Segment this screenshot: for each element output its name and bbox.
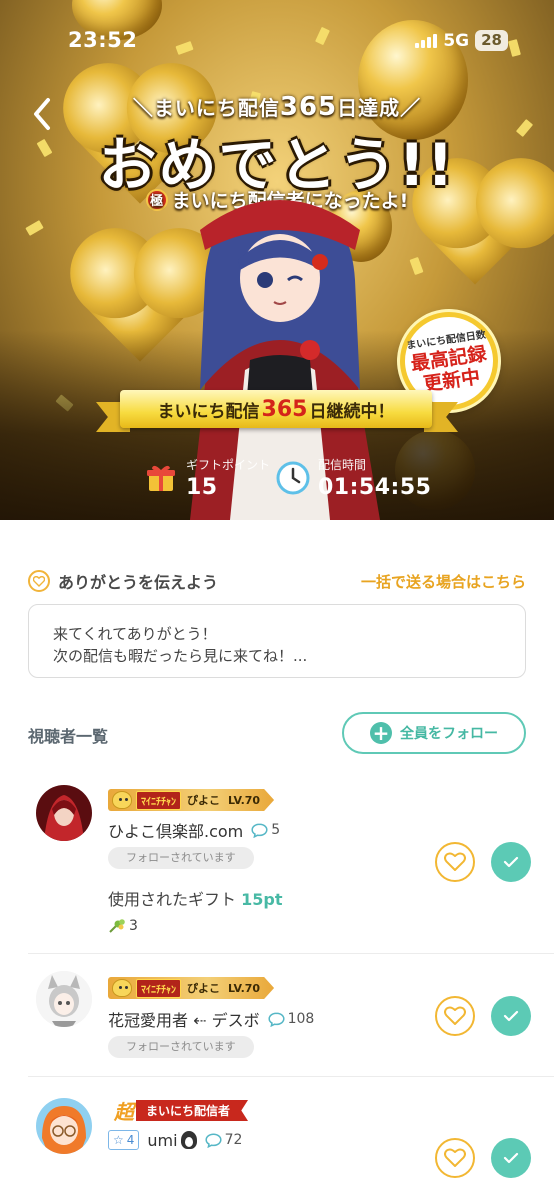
stream-time-label: 配信時間 <box>318 458 367 472</box>
super-mark: 超 <box>114 1100 134 1124</box>
chick-icon <box>112 979 132 997</box>
status-indicators: 5G 28 <box>415 30 508 51</box>
gift-points-stat: ギフトポイント 15 <box>146 456 270 500</box>
viewer-name-row: ひよこ倶楽部.com 5 <box>108 818 280 842</box>
viewer-name-row: 花冠愛用者 ⇠ デスボ 108 <box>108 1007 314 1031</box>
like-button[interactable] <box>435 996 475 1036</box>
confetti <box>315 26 330 46</box>
achievement-prefix: ＼まいにち配信 <box>132 96 280 120</box>
fan-level-badge: ﾏｲﾆﾁﾁｬﾝ ぴよこ LV.70 <box>108 789 275 811</box>
plus-icon: + <box>370 722 392 744</box>
streak-ribbon: まいにち配信 365 日継続中！ <box>120 390 432 428</box>
thanks-sent-button[interactable] <box>491 842 531 882</box>
confetti <box>409 256 424 276</box>
status-time: 23:52 <box>68 28 138 52</box>
thanks-sent-button[interactable] <box>491 996 531 1036</box>
gift-points-value: 15 <box>186 475 218 500</box>
badge-tag: ﾏｲﾆﾁﾁｬﾝ <box>136 790 181 810</box>
stream-time-value: 01:54:55 <box>318 475 432 500</box>
comment-count: 5 <box>271 822 281 838</box>
like-button[interactable] <box>435 842 475 882</box>
comment-icon <box>251 822 268 838</box>
viewer-name: 花冠愛用者 ⇠ デスボ <box>108 1011 260 1030</box>
comment-count: 108 <box>287 1011 315 1027</box>
thanks-title: ありがとうを伝えよう <box>58 573 219 592</box>
super-daily-badge-row: 超 まいにち配信者 <box>114 1096 249 1125</box>
badge-name: ぴよこ <box>187 982 220 995</box>
heart-icon <box>28 570 50 592</box>
heart-icon <box>444 852 466 871</box>
badge-level: LV.70 <box>228 793 261 807</box>
viewer-row: ﾏｲﾆﾁﾁｬﾝ ぴよこ LV.70 ひよこ倶楽部.com 5 フォローされていま… <box>0 782 554 952</box>
gift-count-value: 3 <box>129 918 138 934</box>
clover-gift-icon <box>109 919 125 933</box>
follow-status-badge: フォローされています <box>108 1036 254 1058</box>
star-level: 4 <box>126 1133 135 1147</box>
badge-tag: ﾏｲﾆﾁﾁｬﾝ <box>136 978 181 998</box>
rank-medal-icon: 極 <box>145 189 168 211</box>
stream-result-page: 23:52 5G 28 ＼まいにち配信365日達成／ おめでとう!! 極まいにち… <box>0 0 554 1200</box>
comment-icon <box>205 1132 222 1148</box>
confetti <box>25 220 44 236</box>
gift-icon <box>147 465 175 491</box>
viewer-row: ﾏｲﾆﾁﾁｬﾝ ぴよこ LV.70 花冠愛用者 ⇠ デスボ 108 フォローされ… <box>0 968 554 1078</box>
comment-count: 72 <box>224 1132 243 1148</box>
divider <box>28 1076 554 1077</box>
avatar[interactable] <box>36 971 92 1027</box>
follow-all-label: 全員をフォロー <box>400 726 498 742</box>
avatar[interactable] <box>36 1098 92 1154</box>
used-gift-line: 使用されたギフト 15pt <box>108 886 282 910</box>
check-icon <box>503 1152 519 1164</box>
star-icon: ☆ <box>113 1133 124 1147</box>
signal-icon <box>415 33 438 48</box>
viewer-name-row: ☆ 4 umi 72 <box>108 1130 242 1150</box>
thanks-message-line2: 次の配信も暇だったら見に来てね！... <box>53 647 308 665</box>
avatar[interactable] <box>36 785 92 841</box>
like-button[interactable] <box>435 1138 475 1178</box>
streak-suffix: 日継続中！ <box>309 401 395 422</box>
penguin-icon <box>180 1131 197 1149</box>
viewers-list-title: 視聴者一覧 <box>28 727 109 746</box>
thanks-header: ありがとうを伝えよう 一括で送る場合はこちら <box>28 570 526 592</box>
clock-icon <box>276 461 310 495</box>
badge-name: ぴよこ <box>187 794 220 807</box>
divider <box>28 953 554 954</box>
streak-days: 365 <box>261 396 308 422</box>
confetti <box>175 41 194 55</box>
used-gift-points: 15pt <box>241 890 283 909</box>
gift-item-count: 3 <box>108 918 138 934</box>
bulk-send-link[interactable]: 一括で送る場合はこちら <box>361 571 526 592</box>
star-level-badge: ☆ 4 <box>108 1130 140 1150</box>
comment-icon <box>268 1011 285 1027</box>
battery-indicator: 28 <box>475 30 508 51</box>
streak-prefix: まいにち配信 <box>157 401 260 422</box>
level-badge-row: ﾏｲﾆﾁﾁｬﾝ ぴよこ LV.70 <box>108 788 275 812</box>
thanks-sent-button[interactable] <box>491 1138 531 1178</box>
used-gift-label: 使用されたギフト <box>108 890 237 909</box>
viewer-name: umi <box>147 1130 178 1150</box>
heart-icon <box>444 1006 466 1025</box>
viewer-row: 超 まいにち配信者 ☆ 4 umi 72 <box>0 1096 554 1200</box>
level-badge-row: ﾏｲﾆﾁﾁｬﾝ ぴよこ LV.70 <box>108 976 275 1000</box>
badge-level: LV.70 <box>228 981 261 995</box>
achievement-suffix: 日達成／ <box>337 96 422 120</box>
result-content: ありがとうを伝えよう 一括で送る場合はこちら 来てくれてありがとう！ 次の配信も… <box>0 520 554 1200</box>
viewer-name: ひよこ倶楽部.com <box>108 822 244 841</box>
thanks-message-line1: 来てくれてありがとう！ <box>53 625 217 643</box>
fan-level-badge: ﾏｲﾆﾁﾁｬﾝ ぴよこ LV.70 <box>108 977 275 999</box>
confetti <box>508 39 521 57</box>
network-type: 5G <box>443 30 470 51</box>
follow-all-button[interactable]: + 全員をフォロー <box>342 712 526 754</box>
check-icon <box>503 1010 519 1022</box>
celebration-hero: 23:52 5G 28 ＼まいにち配信365日達成／ おめでとう!! 極まいにち… <box>0 0 554 520</box>
thanks-message-field[interactable]: 来てくれてありがとう！ 次の配信も暇だったら見に来てね！... <box>28 604 526 678</box>
stream-time-stat: 配信時間 01:54:55 <box>276 456 431 500</box>
chick-icon <box>112 791 132 809</box>
daily-streamer-tag: まいにち配信者 <box>136 1100 249 1121</box>
follow-status-badge: フォローされています <box>108 847 254 869</box>
gift-points-label: ギフトポイント <box>186 458 271 472</box>
check-icon <box>503 856 519 868</box>
heart-icon <box>444 1148 466 1167</box>
